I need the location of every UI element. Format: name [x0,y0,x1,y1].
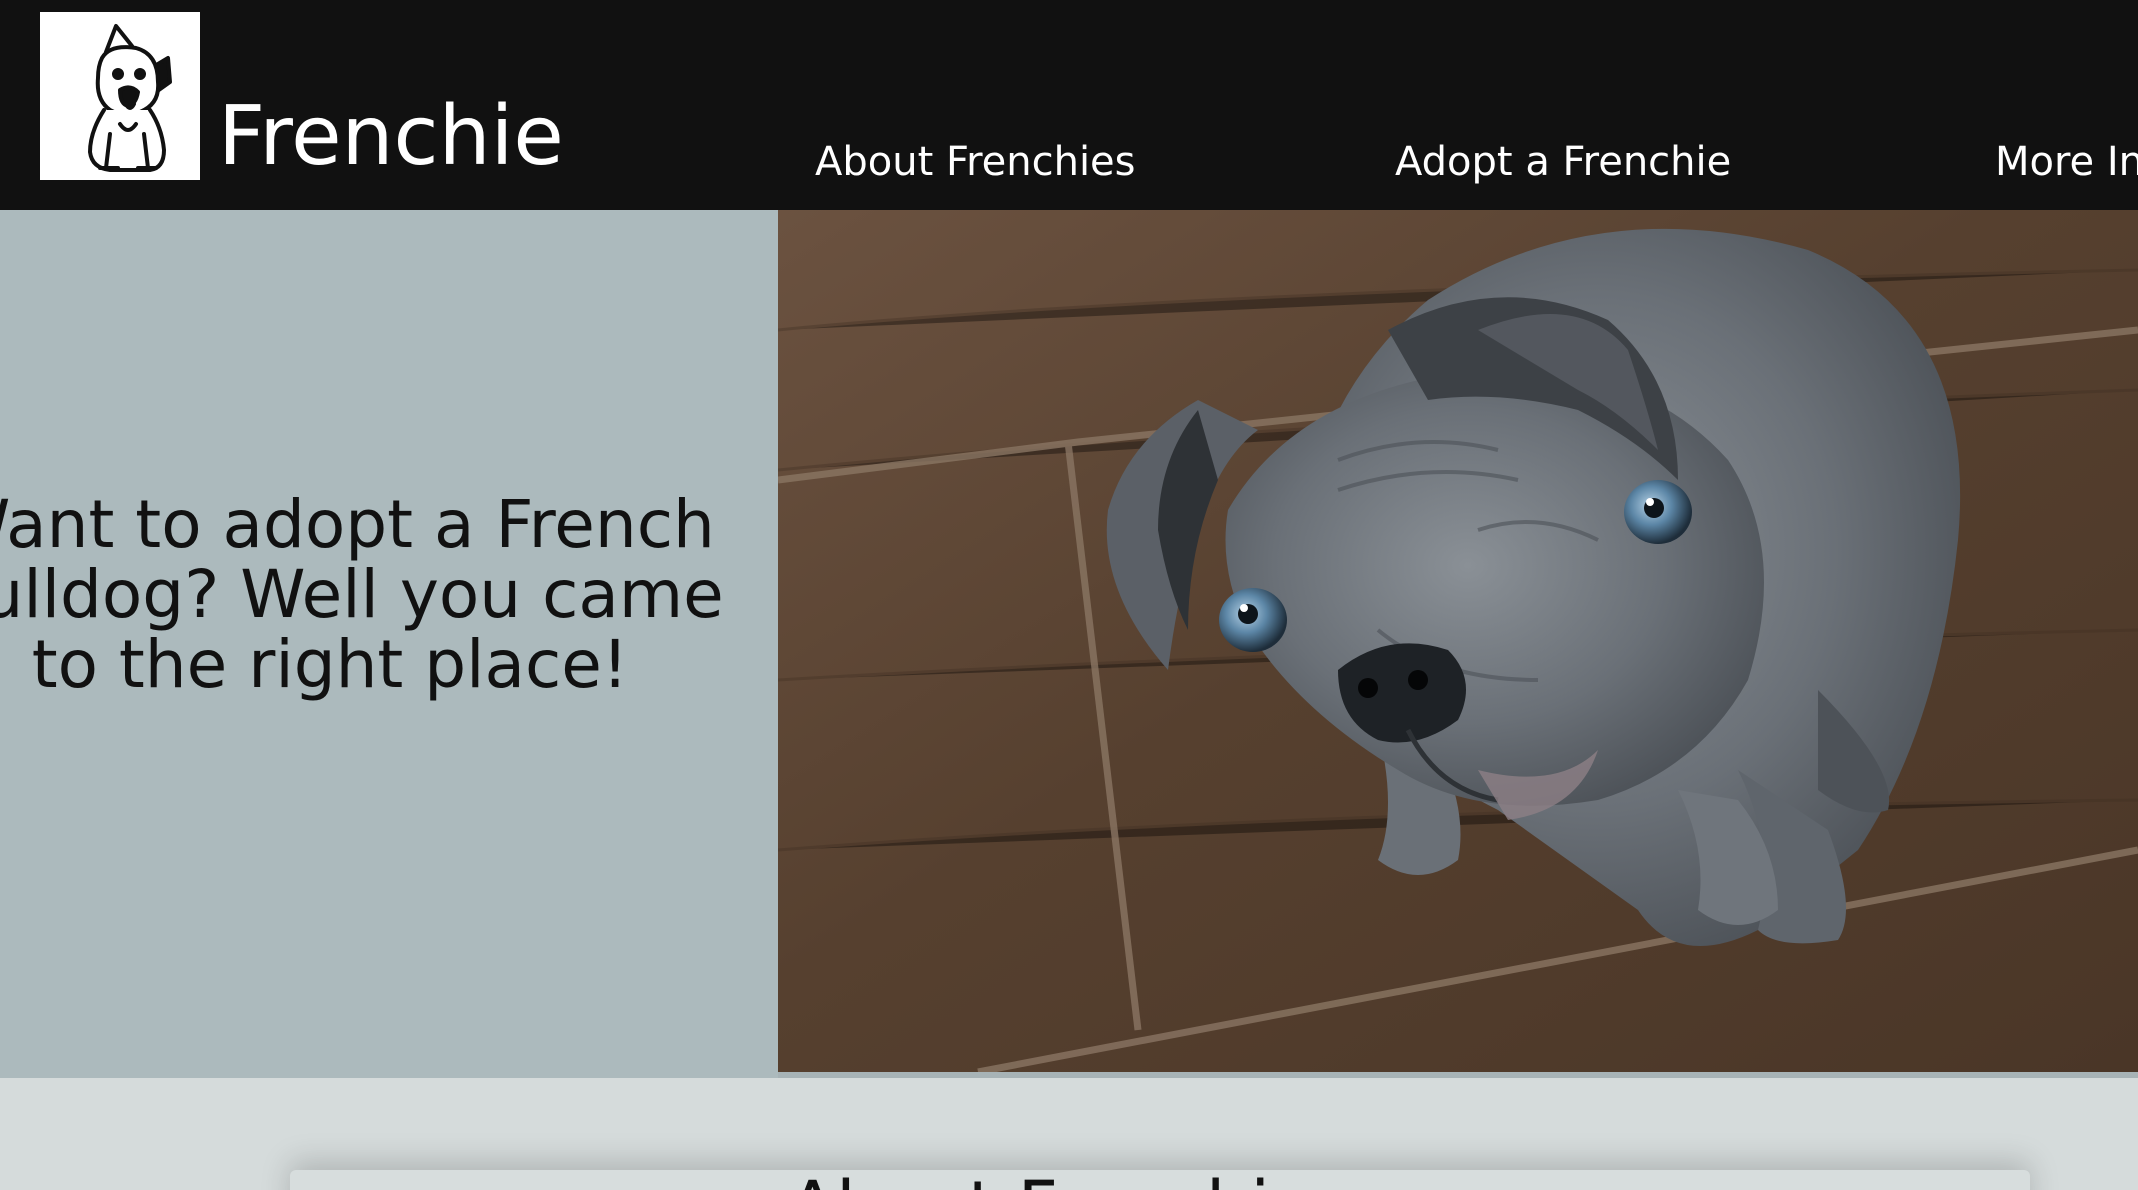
nav-item-more-info[interactable]: More Info [1995,142,2138,182]
site-header: Frenchie About Frenchies Adopt a Frenchi… [0,0,2138,210]
brand-title[interactable]: Frenchie [218,96,564,178]
hero-tagline: Want to adopt a French Bulldog? Well you… [0,486,724,703]
french-bulldog-logo-icon[interactable] [40,12,200,180]
nav-item-about-frenchies[interactable]: About Frenchies [815,142,1136,182]
nav-item-adopt-a-frenchie[interactable]: Adopt a Frenchie [1395,142,1731,182]
hero-puppy-photo [778,210,2138,1072]
page: Frenchie About Frenchies Adopt a Frenchi… [0,0,2138,1190]
section-heading: About Frenchies [0,1172,2138,1190]
about-section: About Frenchies [0,1078,2138,1190]
hero-text-panel: Want to adopt a French Bulldog? Well you… [0,210,778,1078]
